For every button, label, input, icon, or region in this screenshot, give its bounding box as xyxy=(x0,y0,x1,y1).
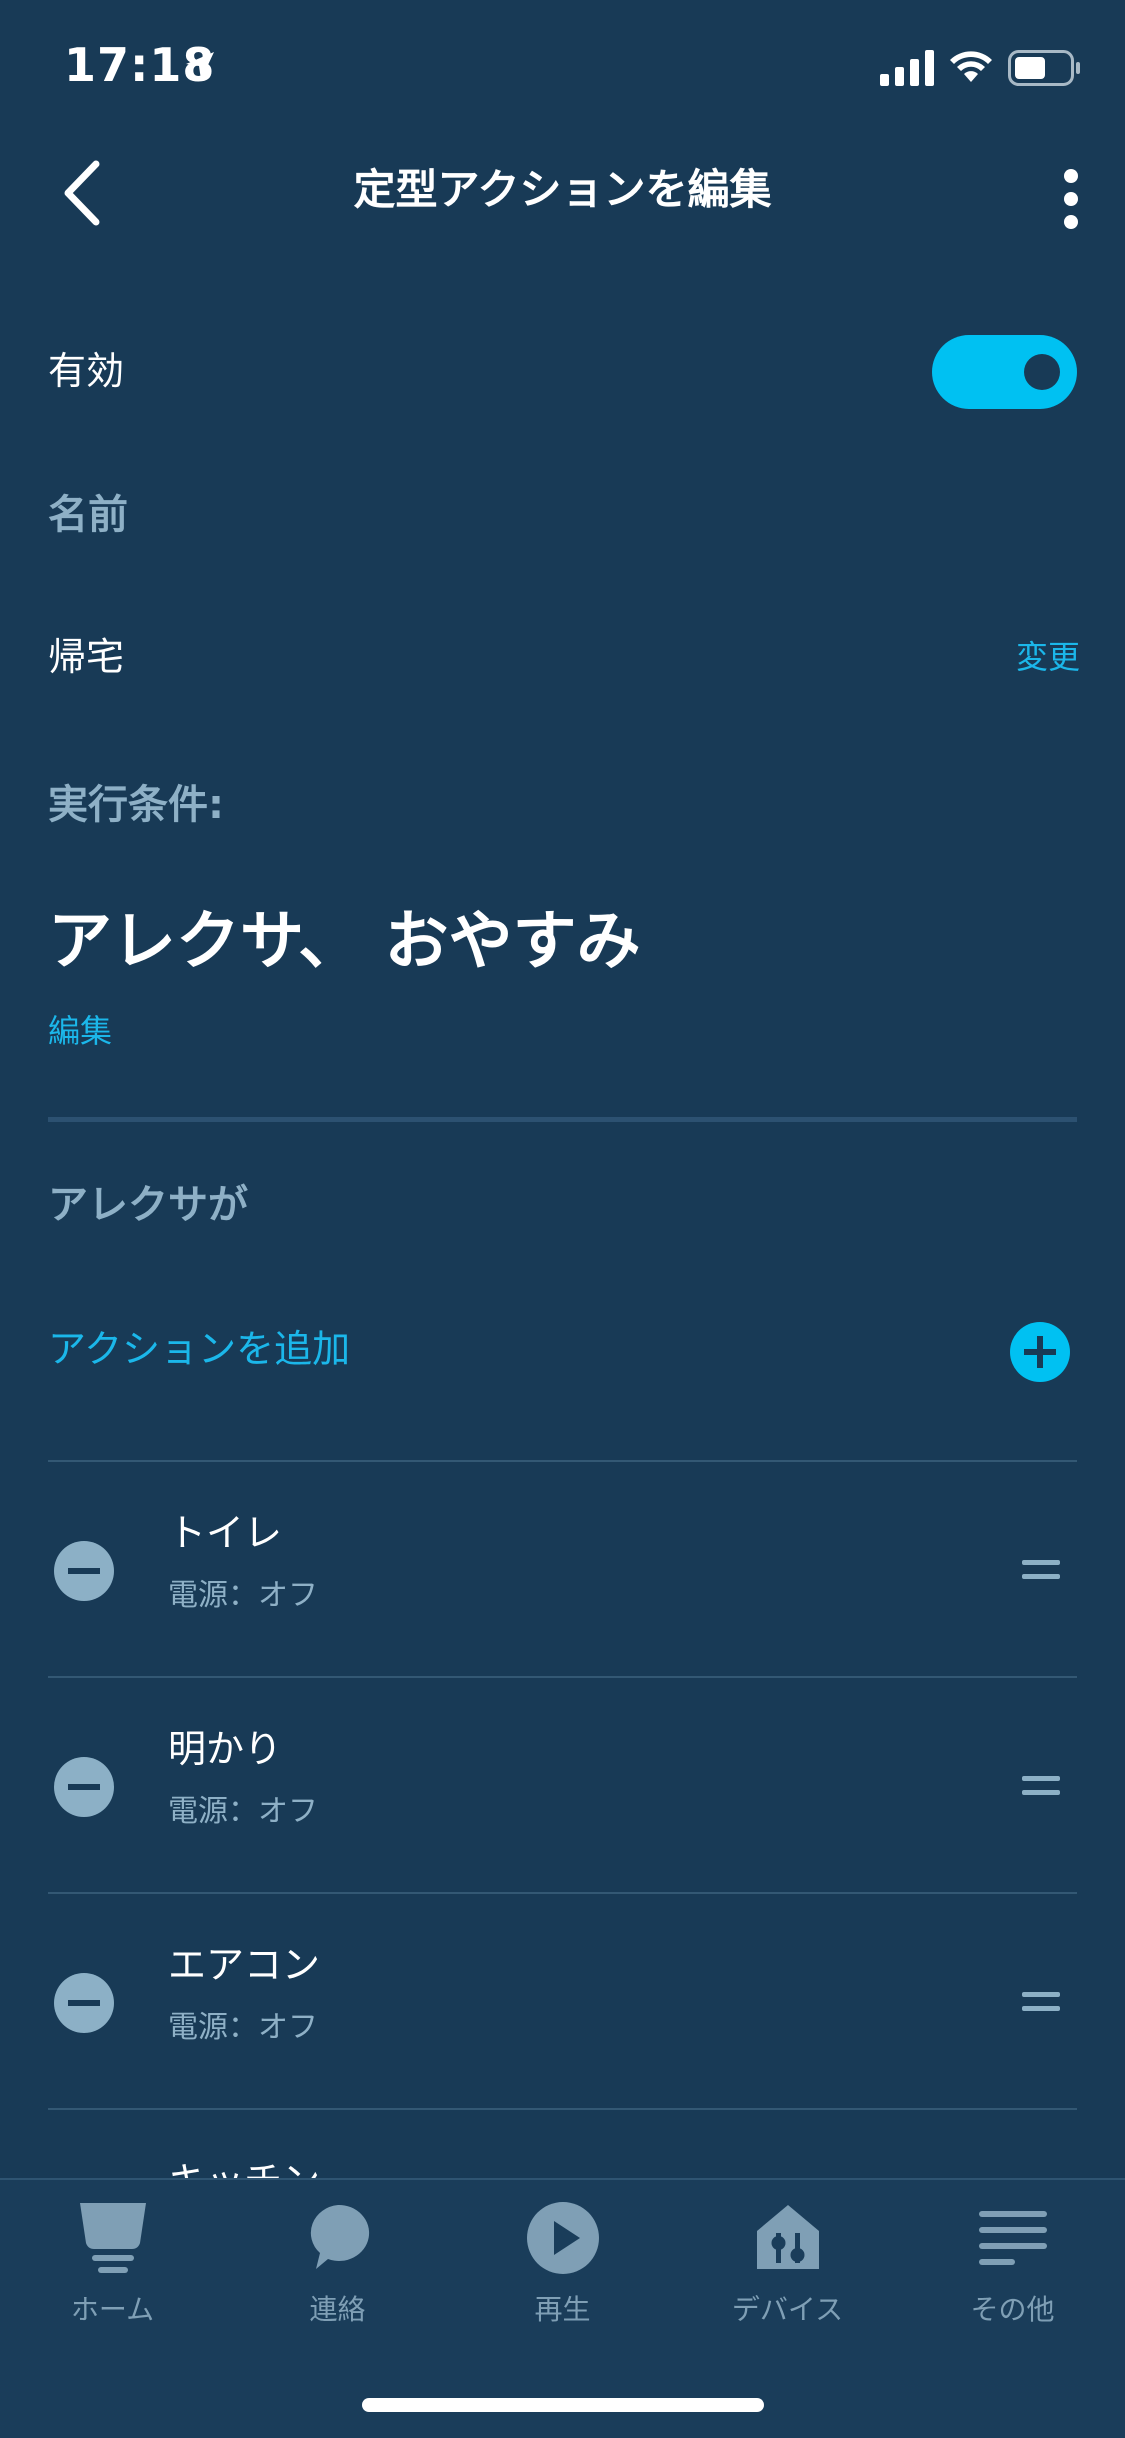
action-name: エアコン xyxy=(168,1943,321,1987)
routine-name: 帰宅 xyxy=(48,635,125,679)
toggle-knob xyxy=(1024,354,1060,390)
name-heading: 名前 xyxy=(48,492,128,538)
drag-handle-icon[interactable] xyxy=(1022,1560,1060,1588)
action-detail: 電源：オフ xyxy=(168,2010,318,2045)
trigger-phrase: アレクサ、 おやすみ xyxy=(48,905,641,979)
tab-home[interactable]: ホーム xyxy=(0,2198,225,2328)
condition-heading: 実行条件: xyxy=(48,782,224,828)
devices-icon xyxy=(756,2205,819,2269)
tab-label: デバイス xyxy=(731,2293,844,2326)
action-name: 明かり xyxy=(168,1727,283,1771)
battery-icon xyxy=(1008,50,1080,86)
remove-action-icon[interactable] xyxy=(54,1541,114,1601)
more-options-icon[interactable] xyxy=(1060,168,1082,230)
home-indicator xyxy=(362,2398,764,2412)
play-icon xyxy=(526,2202,599,2274)
remove-action-icon[interactable] xyxy=(54,1757,114,1817)
tab-more[interactable]: その他 xyxy=(900,2198,1125,2328)
tab-label: ホーム xyxy=(70,2293,155,2326)
tab-devices[interactable]: デバイス xyxy=(675,2198,900,2328)
add-action-link[interactable]: アクションを追加 xyxy=(48,1318,350,1373)
list-divider xyxy=(48,1676,1077,1678)
page-title: 定型アクションを編集 xyxy=(353,165,772,214)
actions-heading: アレクサが xyxy=(48,1182,248,1228)
edit-trigger-link[interactable]: 編集 xyxy=(48,1006,112,1052)
tab-play[interactable]: 再生 xyxy=(450,2198,675,2328)
tab-label: 再生 xyxy=(534,2293,591,2326)
tab-communicate[interactable]: 連絡 xyxy=(225,2198,450,2328)
remove-action-icon[interactable] xyxy=(54,1973,114,2033)
add-action-plus-icon[interactable] xyxy=(1010,1322,1070,1382)
wifi-icon xyxy=(950,51,992,82)
tab-label: 連絡 xyxy=(309,2293,366,2326)
chat-icon xyxy=(310,2204,369,2269)
enabled-label: 有効 xyxy=(48,349,125,393)
home-icon xyxy=(79,2203,146,2273)
drag-handle-icon[interactable] xyxy=(1022,1776,1060,1804)
tab-label: その他 xyxy=(970,2293,1055,2326)
signal-icon xyxy=(880,50,934,86)
list-divider xyxy=(48,1892,1077,1894)
list-divider xyxy=(48,2108,1077,2110)
drag-handle-icon[interactable] xyxy=(1022,1992,1060,2020)
location-icon xyxy=(186,52,214,80)
action-name: トイレ xyxy=(168,1511,283,1555)
action-detail: 電源：オフ xyxy=(168,1794,318,1829)
change-name-link[interactable]: 変更 xyxy=(1016,632,1080,678)
list-divider xyxy=(48,1460,1077,1462)
section-divider xyxy=(48,1117,1077,1122)
menu-icon xyxy=(978,2211,1047,2265)
enabled-toggle[interactable] xyxy=(932,335,1077,409)
action-detail: 電源：オフ xyxy=(168,1578,318,1613)
